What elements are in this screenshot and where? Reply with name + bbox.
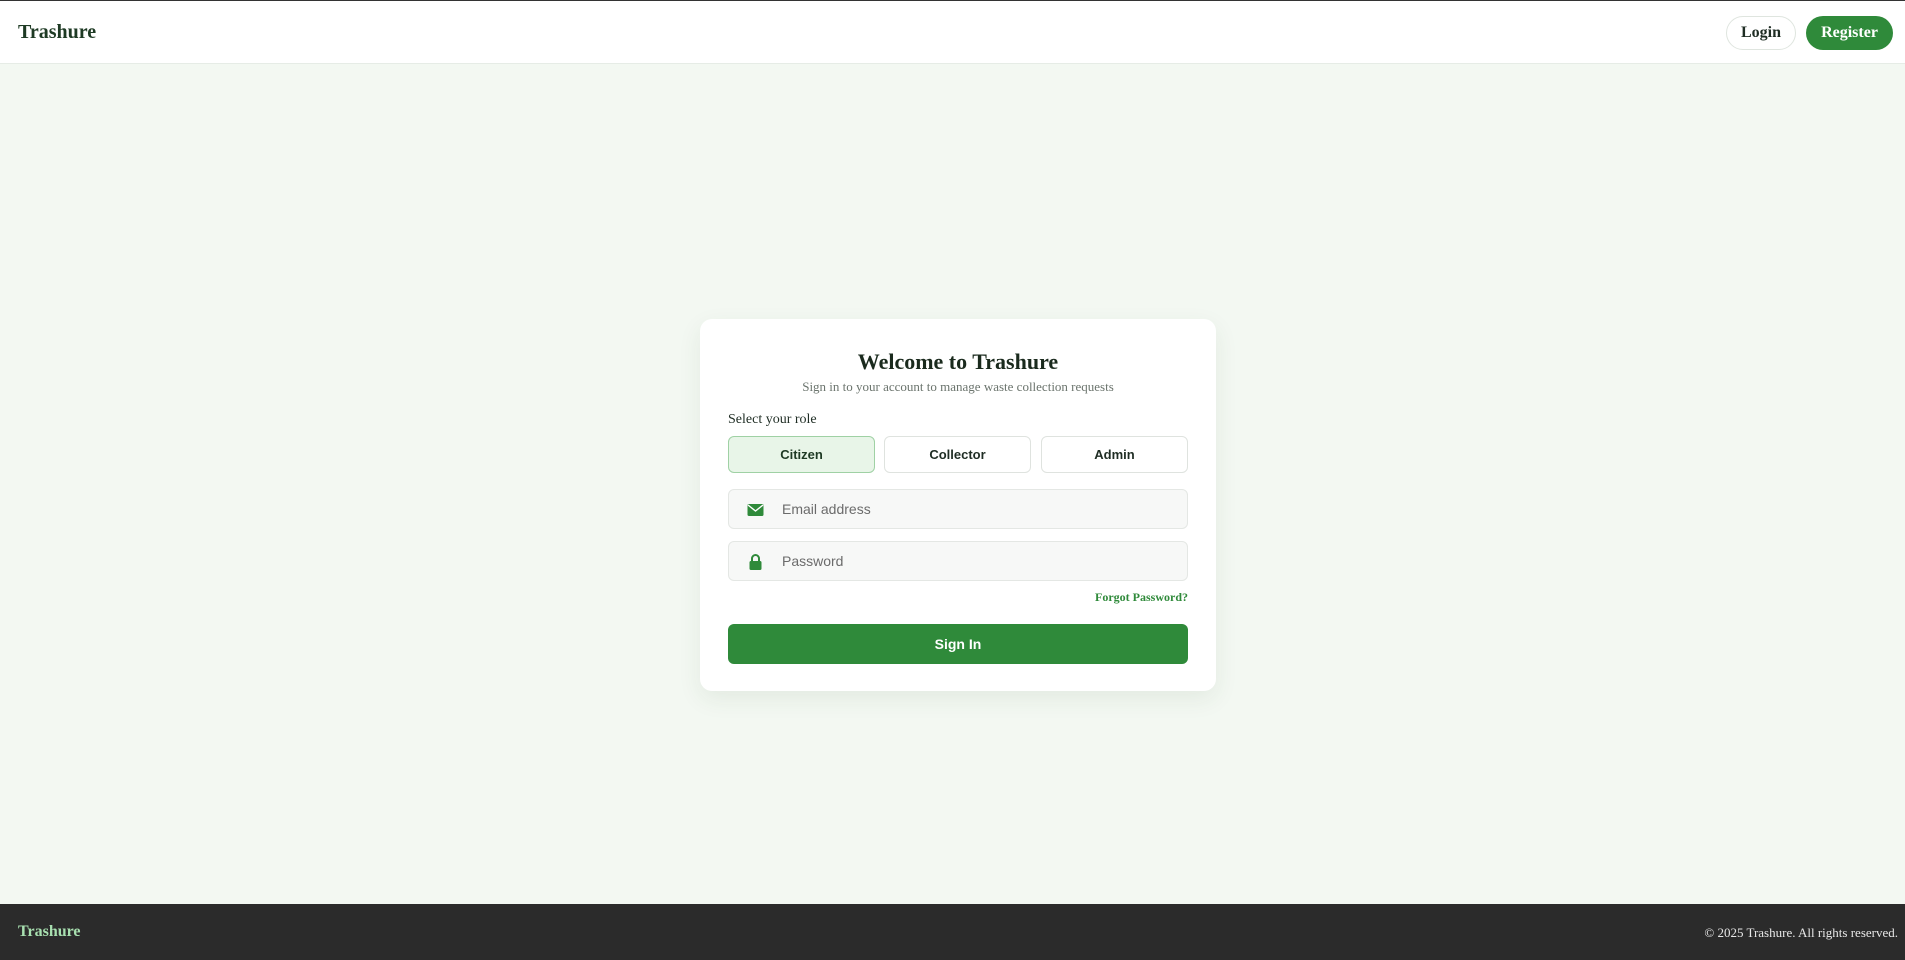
role-admin-button[interactable]: Admin [1041,436,1188,473]
lock-icon [747,554,764,570]
top-navbar: Trashure Login Register [0,1,1905,64]
page-footer: Trashure © 2025 Trashure. All rights res… [0,904,1905,960]
role-selector-label: Select your role [728,412,817,427]
brand-logo[interactable]: Trashure [18,21,96,44]
register-button[interactable]: Register [1806,16,1893,50]
forgot-password-link[interactable]: Forgot Password? [1095,590,1188,605]
sign-in-button[interactable]: Sign In [728,624,1188,664]
role-collector-button[interactable]: Collector [884,436,1031,473]
role-citizen-button[interactable]: Citizen [728,436,875,473]
password-field[interactable]: Password [728,541,1188,581]
footer-brand: Trashure [18,923,81,940]
email-placeholder: Email address [782,501,871,517]
login-title: Welcome to Trashure [857,349,1059,374]
login-subtitle: Sign in to your account to manage waste … [802,379,1114,394]
envelope-icon [747,502,764,518]
footer-copyright: © 2025 Trashure. All rights reserved. [1704,925,1898,940]
password-placeholder: Password [782,553,844,569]
login-button[interactable]: Login [1726,16,1796,50]
login-card: Welcome to Trashure Sign in to your acco… [700,319,1216,691]
email-field[interactable]: Email address [728,489,1188,529]
